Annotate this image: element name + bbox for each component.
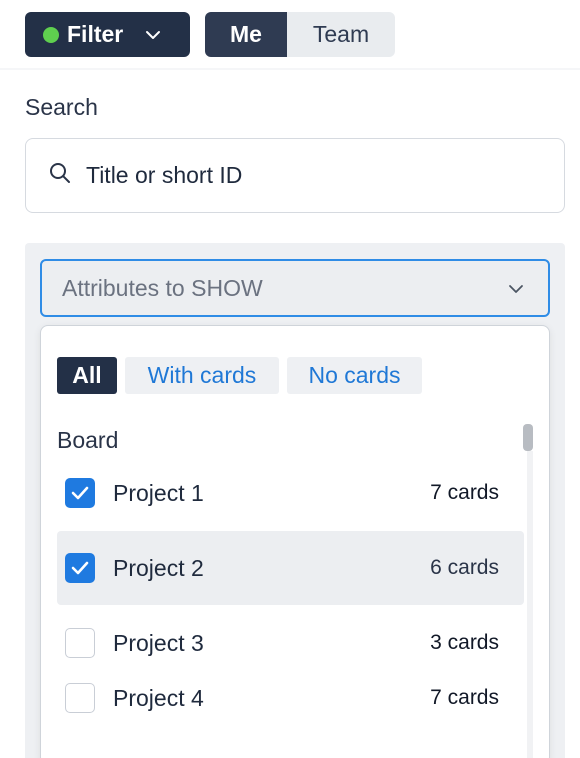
list-item-label: Project 1: [113, 479, 204, 506]
list-item-count: 3 cards: [430, 631, 499, 654]
search-input[interactable]: [86, 155, 526, 196]
top-bar: Filter Me Team: [0, 0, 580, 70]
card-filter-tabs: All With cards No cards: [57, 357, 422, 394]
check-icon: [71, 561, 89, 575]
filter-status-dot: [43, 26, 59, 43]
checkbox-checked[interactable]: [65, 553, 95, 583]
scrollbar-track[interactable]: [527, 451, 533, 758]
tab-no-cards[interactable]: No cards: [287, 357, 422, 394]
search-icon: [48, 161, 72, 190]
scope-me-button[interactable]: Me: [205, 12, 287, 57]
tab-with-cards[interactable]: With cards: [125, 357, 279, 394]
attributes-select-placeholder: Attributes to SHOW: [62, 274, 263, 301]
header-divider: [0, 68, 580, 70]
attributes-select[interactable]: Attributes to SHOW: [40, 259, 550, 317]
scrollbar-thumb[interactable]: [523, 424, 533, 451]
list-item-project-1[interactable]: Project 1 7 cards: [57, 456, 524, 530]
chevron-down-icon: [145, 30, 161, 40]
attributes-dropdown: All With cards No cards Board Project 1 …: [40, 325, 550, 758]
list-item-label: Project 4: [113, 684, 204, 711]
checkbox-checked[interactable]: [65, 478, 95, 508]
tab-all[interactable]: All: [57, 357, 117, 394]
filter-button[interactable]: Filter: [25, 12, 190, 57]
list-item-label: Project 3: [113, 629, 204, 656]
search-label: Search: [25, 94, 98, 120]
list-item-count: 6 cards: [430, 556, 499, 579]
chevron-down-icon: [508, 281, 524, 299]
list-item-label: Project 2: [113, 554, 204, 581]
filter-label: Filter: [67, 21, 124, 47]
check-icon: [71, 486, 89, 500]
checkbox-unchecked[interactable]: [65, 683, 95, 713]
list-item-project-4[interactable]: Project 4 7 cards: [57, 661, 524, 735]
list-item-count: 7 cards: [430, 481, 499, 504]
list-item-project-2[interactable]: Project 2 6 cards: [57, 531, 524, 605]
scope-team-button[interactable]: Team: [287, 12, 395, 57]
group-label-board: Board: [57, 427, 119, 453]
search-field[interactable]: [25, 138, 565, 213]
scope-toggle: Me Team: [205, 12, 395, 57]
list-item-count: 7 cards: [430, 686, 499, 709]
checkbox-unchecked[interactable]: [65, 628, 95, 658]
